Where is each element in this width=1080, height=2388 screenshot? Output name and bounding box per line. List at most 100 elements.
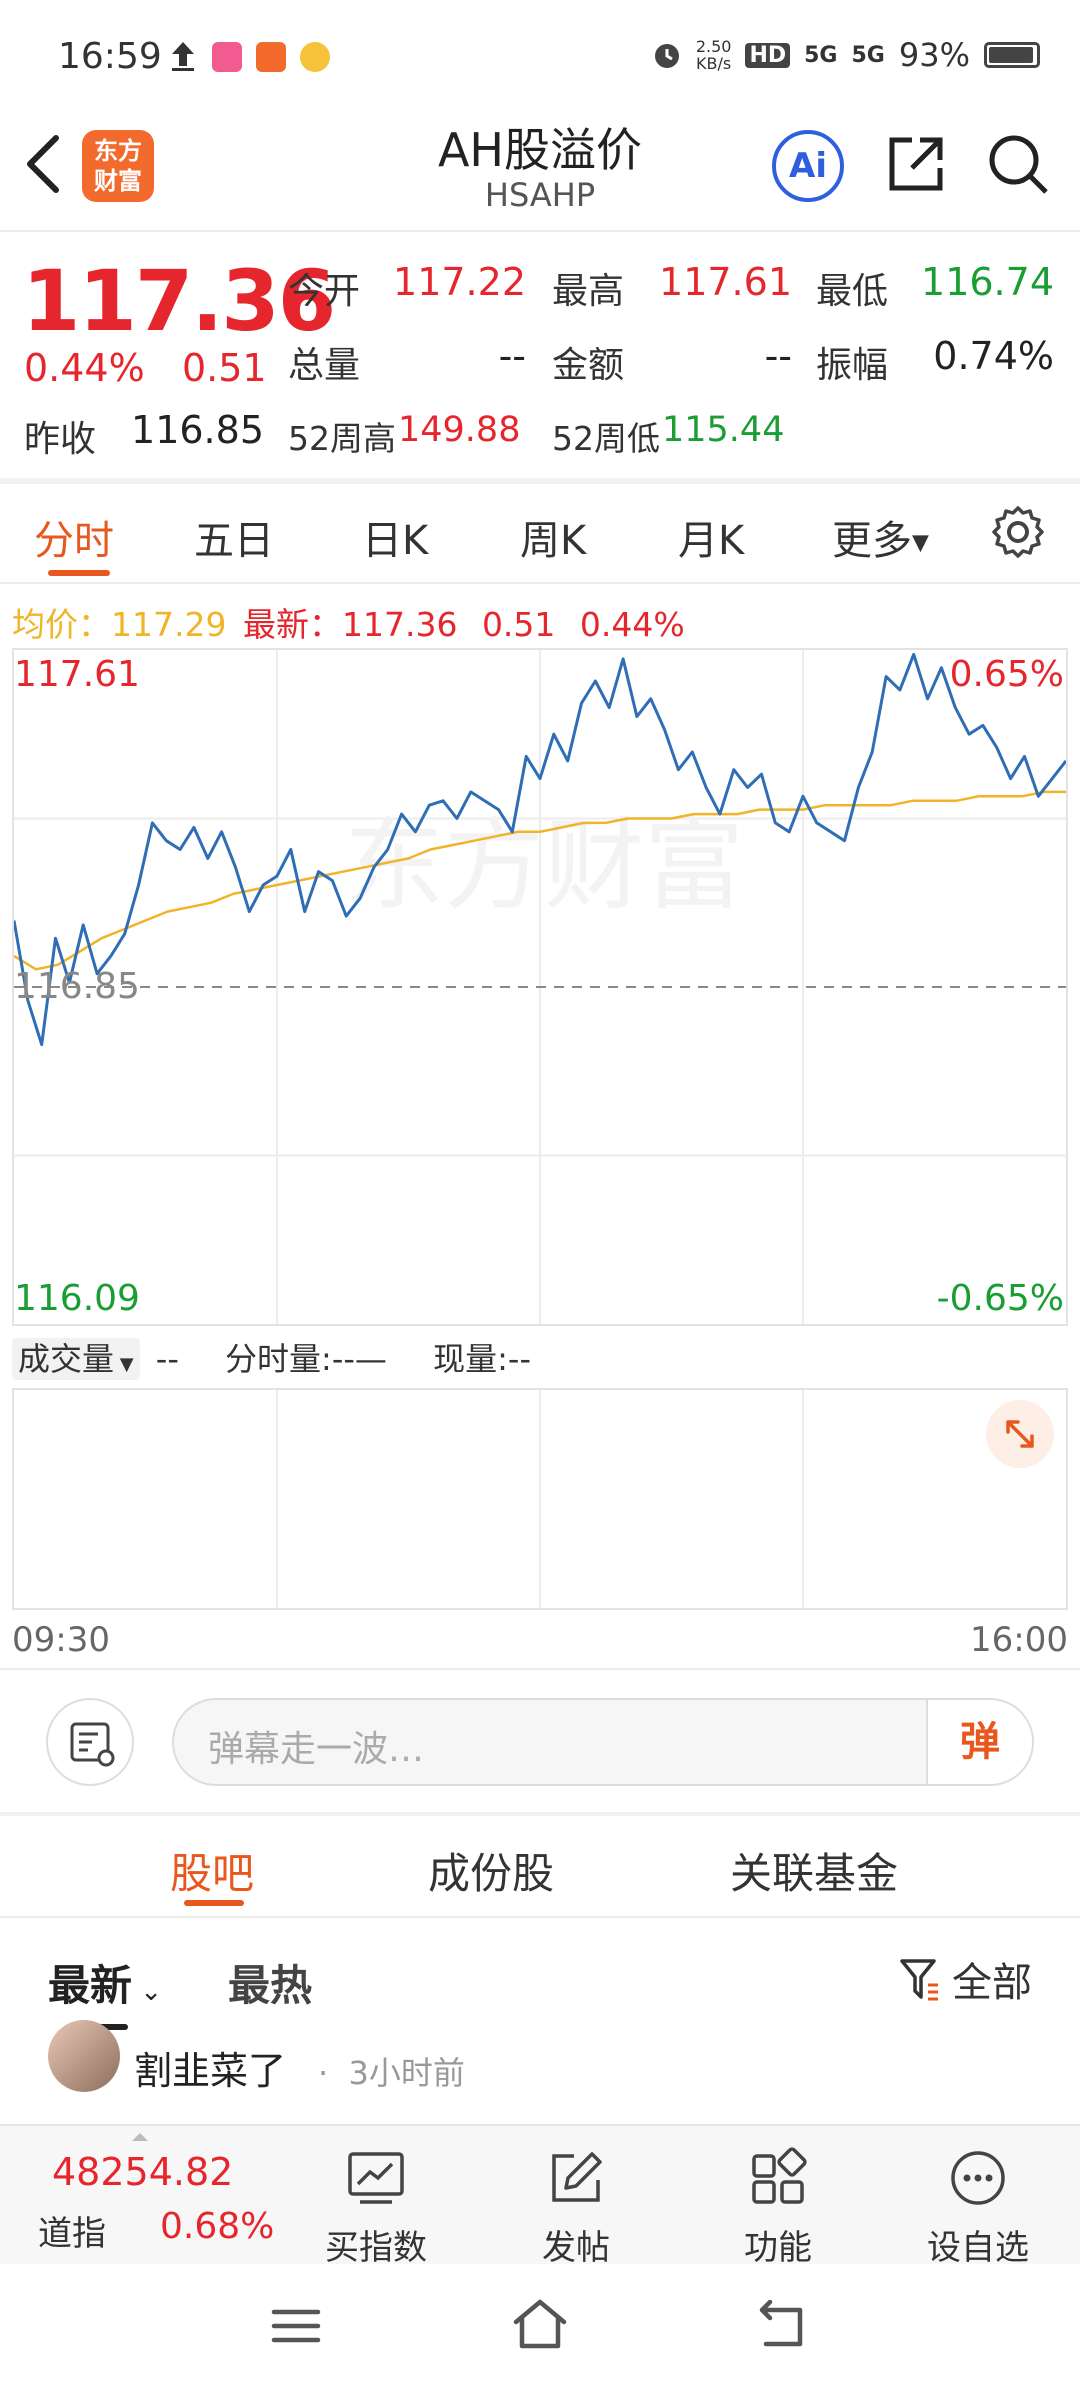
divider <box>0 582 1080 584</box>
menu-icon <box>271 2309 321 2343</box>
home-icon <box>513 2299 567 2349</box>
volume-value: -- <box>498 334 526 378</box>
buy-index-label: 买指数 <box>325 2228 427 2268</box>
index-value[interactable]: 48254.82 <box>52 2150 233 2194</box>
network-speed: 2.50 KB/s <box>695 37 732 73</box>
caret-up-icon <box>130 2126 150 2141</box>
prev-close-label: 昨收 <box>24 419 97 460</box>
share-button[interactable] <box>884 132 948 196</box>
status-bar: 16:59 2.50 KB/s HD 5G 5G 93% <box>0 0 1080 110</box>
chevron-down-icon: ⌄ <box>132 1977 163 2007</box>
volume-value: -- <box>155 1340 179 1378</box>
tab-intraday[interactable]: 分时 <box>34 508 114 566</box>
amplitude-label: 振幅 <box>816 345 889 386</box>
low-value: 116.74 <box>921 260 1054 304</box>
pct-axis-min: -0.65% <box>936 1278 1064 1319</box>
dropdown-triangle-icon: ▼ <box>912 530 929 556</box>
minute-volume-value: --— <box>331 1340 387 1378</box>
functions-label: 功能 <box>744 2228 812 2268</box>
volume-dropdown[interactable]: 成交量 ▼ <box>12 1338 140 1380</box>
avg-price-value: 117.29 <box>111 605 227 644</box>
tab-more[interactable]: 更多▼ <box>832 508 929 566</box>
volume-label: 总量 <box>288 345 361 386</box>
y-axis-max: 117.61 <box>14 654 140 695</box>
expand-button[interactable] <box>986 1400 1054 1468</box>
open-value: 117.22 <box>393 260 526 304</box>
back-icon <box>759 2299 803 2347</box>
tab-constituents[interactable]: 成份股 <box>428 1840 554 1901</box>
divider <box>0 230 1080 232</box>
high-value: 117.61 <box>659 260 792 304</box>
weibo-icon <box>300 42 330 72</box>
current-volume-label: 现量: <box>433 1340 508 1378</box>
tab-daily-k[interactable]: 日K <box>362 508 428 566</box>
high-label: 最高 <box>552 271 625 312</box>
filter-button[interactable]: 全部 <box>898 1950 1032 2008</box>
post-label: 发帖 <box>542 2228 610 2268</box>
tab-monthly-k[interactable]: 月K <box>678 508 744 566</box>
change-amount: 0.51 <box>182 346 267 390</box>
status-time: 16:59 <box>58 36 162 77</box>
comment-settings-icon <box>70 1722 115 1767</box>
functions-button[interactable]: 功能 <box>698 2146 858 2269</box>
sort-latest[interactable]: 最新 ⌄ <box>48 1952 162 2013</box>
low-label: 最低 <box>816 271 889 312</box>
filter-icon <box>900 1959 938 2001</box>
tab-forum[interactable]: 股吧 <box>170 1840 254 1901</box>
amplitude-value: 0.74% <box>933 334 1054 378</box>
intraday-chart-svg: 东方财富 <box>14 650 1066 1324</box>
latest-pct: 0.44% <box>579 605 685 644</box>
watermark: 东方财富 <box>344 807 744 924</box>
index-name[interactable]: 道指 <box>38 2206 106 2255</box>
volume-chart[interactable] <box>12 1388 1068 1610</box>
buy-index-button[interactable]: 买指数 <box>296 2146 456 2269</box>
ai-button[interactable]: Ai <box>772 130 844 202</box>
danmu-input[interactable]: 弹幕走一波… 弹 <box>172 1698 1034 1786</box>
amount-label: 金额 <box>552 345 625 386</box>
avg-price-label: 均价： <box>12 605 111 644</box>
danmu-settings-button[interactable] <box>46 1698 134 1786</box>
menu-button[interactable] <box>268 2302 324 2350</box>
danmu-send-button[interactable]: 弹 <box>926 1700 1032 1784</box>
search-button[interactable] <box>986 132 1050 196</box>
post-username[interactable]: 割韭菜了 <box>134 2040 286 2095</box>
divider <box>0 1668 1080 1670</box>
system-navigation-bar <box>0 2264 1080 2388</box>
tab-active-indicator <box>48 570 110 576</box>
tab-weekly-k[interactable]: 周K <box>520 508 586 566</box>
y-axis-prev-close: 116.85 <box>14 966 140 1007</box>
y-axis-min: 116.09 <box>14 1278 140 1319</box>
open-label: 今开 <box>288 271 361 312</box>
settings-button[interactable] <box>990 504 1046 560</box>
volume-header: 成交量 ▼ -- 分时量:--— 现量:-- <box>12 1334 531 1380</box>
signal-5g: 5G <box>851 42 885 68</box>
hd-badge: HD <box>745 42 791 68</box>
battery-icon <box>984 42 1040 68</box>
latest-change: 0.51 <box>481 605 556 644</box>
alarm-icon <box>654 44 679 68</box>
home-button[interactable] <box>510 2296 570 2352</box>
high52-value: 149.88 <box>398 410 521 450</box>
back-nav-button[interactable] <box>752 2299 808 2352</box>
tab-related-funds[interactable]: 关联基金 <box>730 1840 898 1901</box>
upload-icon <box>168 40 198 71</box>
chart-info-line: 均价：117.29 最新：117.36 0.51 0.44% <box>12 598 685 646</box>
post-button[interactable]: 发帖 <box>496 2146 656 2269</box>
sort-hot[interactable]: 最热 <box>228 1952 312 2013</box>
index-pct[interactable]: 0.68% <box>160 2206 274 2247</box>
latest-label: 最新： <box>242 605 342 644</box>
prev-close-value: 116.85 <box>131 408 264 452</box>
edit-icon <box>552 2152 602 2202</box>
signal-5g: 5G <box>804 42 838 68</box>
volume-chart-svg <box>276 1390 804 1608</box>
app-notification-icon <box>256 42 286 72</box>
share-icon <box>889 137 943 191</box>
tab-5day[interactable]: 五日 <box>194 508 274 566</box>
x-axis-end: 16:00 <box>970 1620 1068 1660</box>
add-watchlist-button[interactable]: 设自选 <box>898 2146 1058 2269</box>
post-time: · 3小时前 <box>318 2054 465 2092</box>
chart-trend-icon <box>348 2152 404 2204</box>
intraday-chart[interactable]: 东方财富 117.61 116.85 116.09 0.65% -0.65% <box>12 648 1068 1326</box>
expand-icon <box>1006 1420 1034 1448</box>
avatar[interactable] <box>48 2020 120 2092</box>
